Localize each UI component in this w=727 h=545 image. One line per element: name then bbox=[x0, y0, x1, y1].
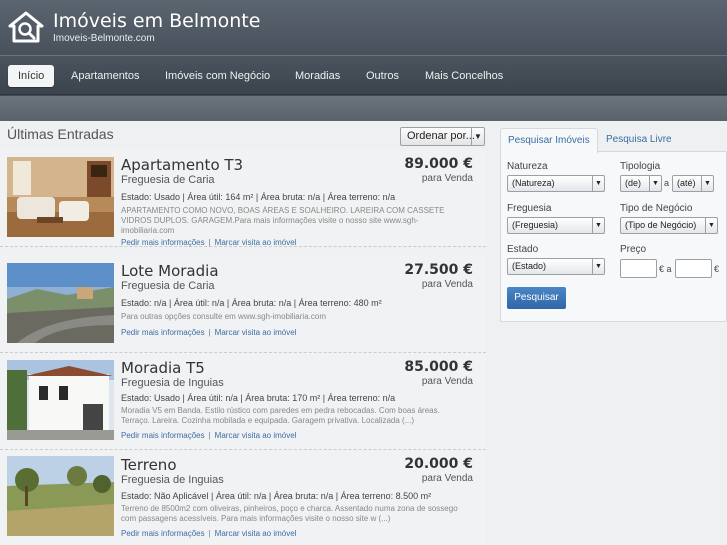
listing-description: Moradia V5 em Banda. Estilo rústico com … bbox=[121, 406, 440, 425]
listing-price: 85.000 € bbox=[404, 359, 473, 375]
freguesia-select[interactable]: (Freguesia) ▼ bbox=[507, 217, 605, 234]
tipologia-label: Tipologia bbox=[620, 161, 661, 172]
listing-price: 27.500 € bbox=[404, 262, 473, 278]
section-title: Últimas Entradas bbox=[7, 126, 114, 142]
site-subtitle: Imoveis-Belmonte.com bbox=[53, 33, 155, 44]
price-currency: € bbox=[714, 264, 720, 274]
listing-title[interactable]: Lote Moradia bbox=[121, 262, 219, 280]
tipologia-to-value: (até) bbox=[677, 178, 696, 188]
listing-details: Estado: Usado | Área útil: n/a | Área br… bbox=[121, 393, 396, 403]
listing-price: 20.000 € bbox=[404, 456, 473, 472]
schedule-visit-link[interactable]: Marcar visita ao imóvel bbox=[215, 238, 297, 247]
listing-purpose: para Venda bbox=[421, 279, 473, 290]
natureza-select[interactable]: (Natureza) ▼ bbox=[507, 175, 605, 192]
chevron-down-icon: ▼ bbox=[649, 176, 661, 191]
link-separator: | bbox=[208, 431, 211, 440]
tipologia-separator: a bbox=[664, 178, 670, 188]
chevron-down-icon: ▼ bbox=[471, 128, 484, 145]
listing-photo-land[interactable] bbox=[7, 456, 114, 536]
listing-parish: Freguesia de Inguias bbox=[121, 377, 224, 389]
tipo-negocio-select[interactable]: (Tipo de Negócio) ▼ bbox=[620, 217, 718, 234]
tipo-negocio-label: Tipo de Negócio bbox=[620, 203, 693, 214]
listing-parish: Freguesia de Inguias bbox=[121, 474, 224, 486]
chevron-down-icon: ▼ bbox=[592, 259, 604, 274]
request-info-link[interactable]: Pedir mais informações bbox=[121, 431, 205, 440]
listing-description: APARTAMENTO COMO NOVO, BOAS ÁREAS E SOAL… bbox=[121, 206, 445, 235]
schedule-visit-link[interactable]: Marcar visita ao imóvel bbox=[215, 328, 297, 337]
schedule-visit-link[interactable]: Marcar visita ao imóvel bbox=[215, 431, 297, 440]
listing-photo-lot[interactable] bbox=[7, 263, 114, 343]
tipologia-to-select[interactable]: (até) ▼ bbox=[672, 175, 714, 192]
listing-purpose: para Venda bbox=[421, 473, 473, 484]
chevron-down-icon: ▼ bbox=[705, 218, 717, 233]
listing-title[interactable]: Apartamento T3 bbox=[121, 156, 243, 174]
estado-label: Estado bbox=[507, 244, 539, 255]
nav-inicio[interactable]: Início bbox=[8, 65, 55, 87]
listing-parish: Freguesia de Caria bbox=[121, 174, 215, 186]
link-separator: | bbox=[208, 238, 211, 247]
link-separator: | bbox=[208, 529, 211, 538]
listing-links: Pedir mais informações | Marcar visita ao … bbox=[121, 431, 296, 440]
nav-imoveis-negocio[interactable]: Imóveis com Negócio bbox=[165, 65, 270, 87]
listing-parish: Freguesia de Caria bbox=[121, 280, 215, 292]
listing-item: Apartamento T3 Freguesia de Caria 89.000… bbox=[0, 150, 486, 247]
house-search-logo-icon[interactable] bbox=[8, 10, 44, 44]
listing-price: 89.000 € bbox=[404, 156, 473, 172]
request-info-link[interactable]: Pedir mais informações bbox=[121, 238, 205, 247]
request-info-link[interactable]: Pedir mais informações bbox=[121, 529, 205, 538]
search-button[interactable]: Pesquisar bbox=[507, 287, 566, 309]
tipologia-from-select[interactable]: (de) ▼ bbox=[620, 175, 662, 192]
sort-select-label: Ordenar por... bbox=[407, 130, 475, 142]
listing-purpose: para Venda bbox=[421, 376, 473, 387]
listing-photo-living-room[interactable] bbox=[7, 157, 114, 237]
chevron-down-icon: ▼ bbox=[592, 176, 604, 191]
listing-details: Estado: n/a | Área útil: n/a | Área brut… bbox=[121, 298, 382, 308]
estado-select-value: (Estado) bbox=[512, 261, 547, 271]
listing-item: Lote Moradia Freguesia de Caria 27.500 €… bbox=[0, 256, 486, 353]
nav-apartamentos[interactable]: Apartamentos bbox=[71, 65, 139, 87]
natureza-select-value: (Natureza) bbox=[512, 178, 555, 188]
chevron-down-icon: ▼ bbox=[701, 176, 713, 191]
freguesia-select-value: (Freguesia) bbox=[512, 220, 559, 230]
natureza-label: Natureza bbox=[507, 161, 548, 172]
listing-description: Para outras opções consulte em www.sgh-i… bbox=[121, 312, 326, 321]
listing-purpose: para Venda bbox=[421, 173, 473, 184]
listing-details: Estado: Não Aplicável | Área útil: n/a |… bbox=[121, 491, 432, 501]
chevron-down-icon: ▼ bbox=[592, 218, 604, 233]
nav-outros[interactable]: Outros bbox=[366, 65, 399, 87]
listing-description: Terreno de 8500m2 com oliveiras, pinheir… bbox=[121, 504, 458, 523]
tab-free-search[interactable]: Pesquisa Livre bbox=[599, 128, 679, 152]
link-separator: | bbox=[208, 328, 211, 337]
tipo-negocio-select-value: (Tipo de Negócio) bbox=[625, 220, 697, 230]
listing-photo-house[interactable] bbox=[7, 360, 114, 440]
nav-mais-concelhos[interactable]: Mais Concelhos bbox=[425, 65, 503, 87]
main-nav: Início Apartamentos Imóveis com Negócio … bbox=[0, 55, 727, 95]
listing-links: Pedir mais informações | Marcar visita ao … bbox=[121, 238, 296, 247]
freguesia-label: Freguesia bbox=[507, 203, 552, 214]
listing-item: Terreno Freguesia de Inguias 20.000 € pa… bbox=[0, 450, 486, 545]
tab-search-properties[interactable]: Pesquisar Imóveis bbox=[500, 128, 598, 153]
preco-label: Preço bbox=[620, 244, 647, 255]
price-min-input[interactable] bbox=[620, 259, 657, 278]
listing-details: Estado: Usado | Área útil: 164 m² | Área… bbox=[121, 192, 396, 202]
schedule-visit-link[interactable]: Marcar visita ao imóvel bbox=[215, 529, 297, 538]
listing-title[interactable]: Terreno bbox=[121, 456, 177, 474]
listing-links: Pedir mais informações | Marcar visita ao … bbox=[121, 529, 296, 538]
listing-title[interactable]: Moradia T5 bbox=[121, 359, 205, 377]
sort-select[interactable]: Ordenar por... ▼ bbox=[400, 127, 485, 146]
request-info-link[interactable]: Pedir mais informações bbox=[121, 328, 205, 337]
price-max-input[interactable] bbox=[675, 259, 712, 278]
listing-links: Pedir mais informações | Marcar visita ao … bbox=[121, 328, 296, 337]
header-band bbox=[0, 96, 727, 121]
tipologia-from-value: (de) bbox=[625, 178, 642, 188]
nav-moradias[interactable]: Moradias bbox=[295, 65, 340, 87]
listing-item: Moradia T5 Freguesia de Inguias 85.000 €… bbox=[0, 353, 486, 450]
site-title[interactable]: Imóveis em Belmonte bbox=[53, 10, 260, 32]
price-currency-separator: € a bbox=[659, 264, 672, 274]
estado-select[interactable]: (Estado) ▼ bbox=[507, 258, 605, 275]
